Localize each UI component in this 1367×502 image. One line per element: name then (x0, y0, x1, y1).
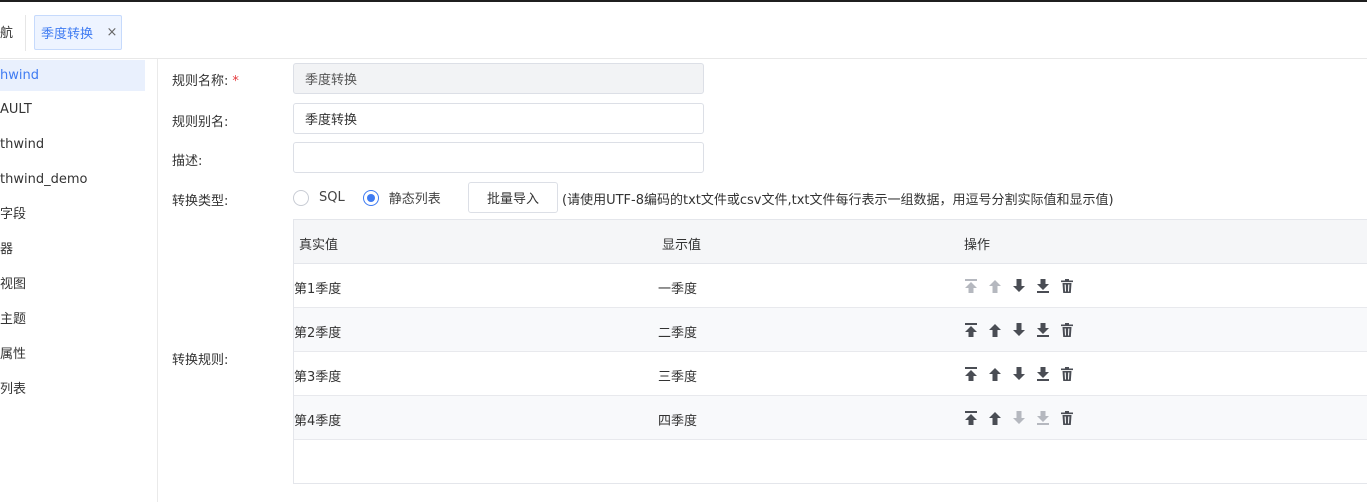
row-operations (962, 365, 1082, 383)
radio-sql-circle[interactable] (293, 189, 309, 206)
batch-import-button[interactable]: 批量导入 (468, 182, 558, 213)
move-bottom-icon[interactable] (1034, 365, 1052, 383)
column-operations: 操作 (964, 238, 991, 253)
required-mark: * (232, 74, 239, 89)
trash-icon[interactable] (1058, 409, 1076, 427)
tab-divider (25, 15, 26, 51)
table-row: 第4季度 四季度 (294, 396, 1367, 440)
cell-real-value: 第4季度 (294, 414, 342, 429)
move-down-icon[interactable] (1010, 365, 1028, 383)
cell-display-value: 一季度 (658, 282, 698, 297)
trash-icon[interactable] (1058, 277, 1076, 295)
move-up-icon (986, 277, 1004, 295)
sidebar-item[interactable]: AULT (0, 94, 145, 125)
move-up-icon[interactable] (986, 365, 1004, 383)
rule-name-input[interactable] (293, 63, 704, 94)
sidebar-item[interactable]: 器 (0, 234, 145, 265)
row-operations (962, 321, 1082, 339)
move-down-icon[interactable] (1010, 321, 1028, 339)
cell-display-value: 四季度 (658, 414, 698, 429)
rule-alias-label: 规则别名: (172, 115, 229, 130)
sidebar-item[interactable]: 属性 (0, 339, 145, 370)
tab-previous[interactable]: 航 (0, 22, 13, 41)
move-down-icon (1010, 409, 1028, 427)
rule-alias-input[interactable] (293, 103, 704, 134)
tab-bar: 航 季度转换 × (0, 2, 1367, 59)
column-real-value: 真实值 (299, 238, 339, 253)
trash-icon[interactable] (1058, 365, 1076, 383)
move-up-icon[interactable] (986, 409, 1004, 427)
cell-real-value: 第2季度 (294, 326, 342, 341)
move-top-icon[interactable] (962, 321, 980, 339)
convert-rule-table: 真实值 显示值 操作 第1季度 一季度第2季度 二季度第3季度 三季度第4季度 四季度 (293, 219, 1367, 484)
move-bottom-icon[interactable] (1034, 277, 1052, 295)
sidebar-item[interactable]: 主题 (0, 304, 145, 335)
move-down-icon[interactable] (1010, 277, 1028, 295)
description-label: 描述: (172, 154, 203, 169)
cell-real-value: 第1季度 (294, 282, 342, 297)
close-icon[interactable]: × (103, 25, 121, 40)
table-row: 第2季度 二季度 (294, 308, 1367, 352)
radio-static-circle[interactable] (362, 189, 379, 206)
description-input[interactable] (293, 142, 704, 173)
rule-name-label: 规则名称: * (172, 74, 239, 89)
row-operations (962, 277, 1082, 295)
row-operations (962, 409, 1082, 427)
sidebar-item[interactable]: 列表 (0, 374, 145, 405)
convert-rule-label: 转换规则: (172, 353, 229, 368)
import-hint: (请使用UTF-8编码的txt文件或csv文件,txt文件每行表示一组数据，用逗… (562, 193, 1114, 208)
table-row: 第1季度 一季度 (294, 264, 1367, 308)
cell-display-value: 三季度 (658, 370, 698, 385)
move-top-icon (962, 277, 980, 295)
radio-sql-label: SQL (319, 190, 345, 205)
sidebar-item[interactable]: thwind (0, 129, 145, 160)
column-display-value: 显示值 (662, 238, 702, 253)
move-top-icon[interactable] (962, 365, 980, 383)
move-up-icon[interactable] (986, 321, 1004, 339)
radio-static-list[interactable]: 静态列表 (362, 188, 441, 207)
trash-icon[interactable] (1058, 321, 1076, 339)
move-top-icon[interactable] (962, 409, 980, 427)
table-header: 真实值 显示值 操作 (294, 220, 1367, 264)
sidebar: hwind AULT thwind thwind_demo 字段 器 视图 主题… (0, 59, 158, 502)
cell-display-value: 二季度 (658, 326, 698, 341)
convert-type-label: 转换类型: (172, 194, 229, 209)
convert-type-radio-group: SQL 静态列表 (293, 182, 459, 213)
sidebar-item[interactable]: hwind (0, 60, 145, 91)
tab-quarter-convert[interactable]: 季度转换 × (34, 15, 122, 50)
sidebar-item[interactable]: 视图 (0, 269, 145, 300)
table-row: 第3季度 三季度 (294, 352, 1367, 396)
move-bottom-icon (1034, 409, 1052, 427)
radio-static-label: 静态列表 (388, 192, 441, 207)
tab-label: 季度转换 (41, 27, 94, 42)
sidebar-item[interactable]: thwind_demo (0, 164, 145, 195)
radio-sql[interactable]: SQL (293, 189, 345, 206)
cell-real-value: 第3季度 (294, 370, 342, 385)
sidebar-item[interactable]: 字段 (0, 199, 145, 230)
move-bottom-icon[interactable] (1034, 321, 1052, 339)
